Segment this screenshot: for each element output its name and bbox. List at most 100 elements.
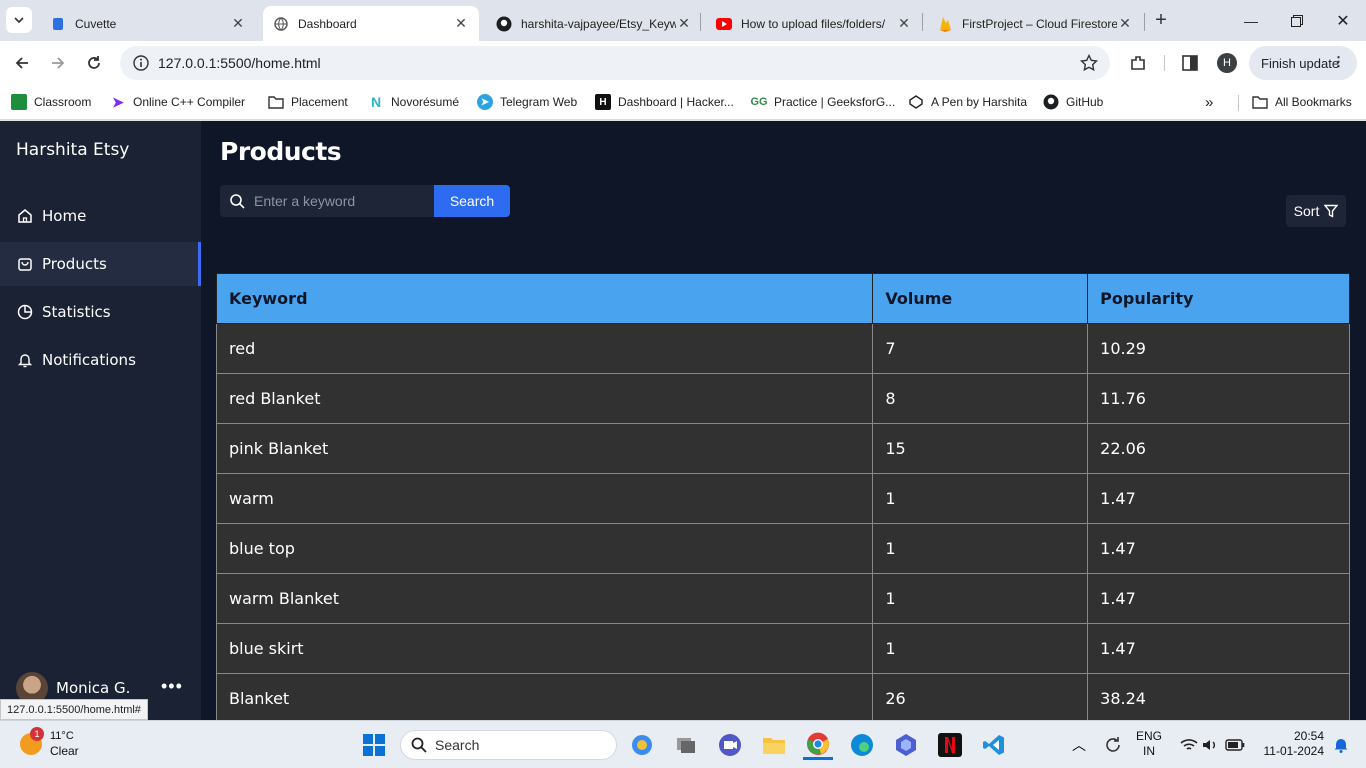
dev-app-icon[interactable] [891,730,921,760]
folder-icon [268,94,284,110]
close-icon[interactable]: ✕ [676,15,692,32]
tab-title: Dashboard [298,16,357,31]
sidebar-item-label: Home [42,207,87,225]
close-icon: ✕ [1336,12,1350,30]
chevron-up-icon[interactable]: ︿ [1064,730,1094,760]
meet-icon[interactable] [715,730,745,760]
sync-icon[interactable] [1098,730,1128,760]
finish-update-label: Finish update [1261,55,1340,71]
search-button[interactable]: Search [434,185,510,217]
youtube-icon [716,16,732,32]
status-bar-url: 127.0.0.1:5500/home.html# [0,699,148,720]
close-icon[interactable]: ✕ [896,15,912,32]
tab-title: FirstProject – Cloud Firestore [962,16,1117,31]
all-bookmarks-button[interactable]: All Bookmarks [1252,92,1352,112]
search-icon [220,193,254,209]
file-explorer-icon[interactable] [759,730,789,760]
minimize-button[interactable]: — [1228,0,1274,41]
bookmark-classroom[interactable]: Classroom [11,92,91,112]
more-options-icon[interactable]: ••• [161,676,183,697]
bell-icon [16,351,34,369]
back-button[interactable] [8,49,36,77]
github-icon [496,16,512,32]
battery-icon[interactable] [1220,730,1250,760]
close-icon[interactable]: ✕ [453,15,469,32]
windows-taskbar: 1 11°C Clear Search ︿ ENG IN 20:54 11-01… [0,720,1366,768]
volume-cell: 1 [872,523,1089,574]
tab-dashboard[interactable]: Dashboard ✕ [263,6,479,41]
github-icon [1043,94,1059,110]
tab-cuvette[interactable]: Cuvette ✕ [40,6,256,41]
minimize-icon: — [1244,12,1258,29]
taskbar-search[interactable]: Search [400,730,617,760]
close-icon[interactable]: ✕ [1117,15,1133,32]
column-header-keyword[interactable]: Keyword [215,273,874,324]
browser-toolbar: 127.0.0.1:5500/home.html H Finish update… [0,41,1366,85]
netflix-icon[interactable] [935,730,965,760]
reload-button[interactable] [80,49,108,77]
profile-avatar[interactable]: H [1217,53,1237,73]
keyword-cell: warm Blanket [215,573,874,624]
bookmark-github[interactable]: GitHub [1043,92,1103,112]
tab-youtube[interactable]: How to upload files/folders/ ✕ [706,6,922,41]
keyword-cell: red [215,323,874,374]
column-header-popularity[interactable]: Popularity [1087,273,1350,324]
popularity-cell: 22.06 [1087,423,1350,474]
volume-cell: 7 [872,323,1089,374]
vscode-icon[interactable] [979,730,1009,760]
sidebar-item-statistics[interactable]: Statistics [0,290,201,334]
clock[interactable]: 20:54 11-01-2024 [1258,729,1325,759]
start-button[interactable] [359,730,389,760]
weather-widget[interactable]: 1 11°C Clear [20,727,79,759]
lang-code: ENG [1136,729,1163,743]
bookmark-online-compiler[interactable]: ➤ Online C++ Compiler [110,92,245,112]
arrow-left-icon [15,57,28,69]
extensions-icon[interactable] [1126,51,1150,75]
hackerrank-icon: H [595,94,611,110]
edge-icon[interactable] [847,730,877,760]
sidebar-item-home[interactable]: Home [0,194,201,238]
table-row: red 7 10.29 [215,323,1350,374]
forward-button[interactable] [44,49,72,77]
clock-date: 11-01-2024 [1263,744,1325,758]
site-info-icon[interactable] [124,55,158,71]
chrome-icon[interactable] [803,730,833,760]
tab-search-button[interactable] [6,7,32,33]
bookmark-novoresume[interactable]: N Novorésumé [368,92,459,112]
finish-update-button[interactable]: Finish update ⋮ [1249,46,1357,80]
tab-github[interactable]: harshita-vajpayee/Etsy_Keyw ✕ [486,6,702,41]
main-content: Products Search Sort Keyword Volume Popu… [201,121,1366,720]
bookmark-hackerrank[interactable]: H Dashboard | Hacker... [595,92,734,112]
side-panel-icon[interactable] [1178,51,1202,75]
weather-icon: 1 [20,727,44,755]
bookmark-label: A Pen by Harshita [931,95,1028,109]
bookmark-placement[interactable]: Placement [268,92,348,112]
close-icon[interactable]: ✕ [230,15,246,32]
search-input[interactable] [254,193,424,209]
new-tab-button[interactable]: + [1150,9,1172,31]
bookmark-geeksforgeeks[interactable]: GG Practice | GeeksforG... [750,92,896,112]
bookmark-star-icon[interactable] [1079,53,1099,75]
sort-button[interactable]: Sort [1286,195,1346,227]
sidebar-item-notifications[interactable]: Notifications [0,338,201,382]
copilot-icon[interactable] [627,730,657,760]
restore-button[interactable] [1274,0,1320,41]
popularity-cell: 1.47 [1087,623,1350,674]
bag-icon [16,255,34,273]
task-view-icon[interactable] [671,730,701,760]
close-window-button[interactable]: ✕ [1320,0,1366,41]
bookmark-telegram[interactable]: ➤ Telegram Web [477,92,577,112]
bookmark-codepen[interactable]: A Pen by Harshita [908,92,1027,112]
more-bookmarks-button[interactable]: » [1205,92,1213,112]
column-header-volume[interactable]: Volume [872,273,1089,324]
sidebar-item-products[interactable]: Products [0,242,201,286]
keyword-cell: pink Blanket [215,423,874,474]
notification-bell-icon[interactable] [1326,730,1356,760]
bookmark-label: Practice | GeeksforG... [774,95,896,109]
address-bar[interactable]: 127.0.0.1:5500/home.html [120,46,1110,80]
language-indicator[interactable]: ENG IN [1136,729,1162,759]
volume-cell: 26 [872,673,1089,720]
volume-cell: 15 [872,423,1089,474]
tab-firebase[interactable]: FirstProject – Cloud Firestore ✕ [927,6,1143,41]
reload-icon [88,56,100,69]
